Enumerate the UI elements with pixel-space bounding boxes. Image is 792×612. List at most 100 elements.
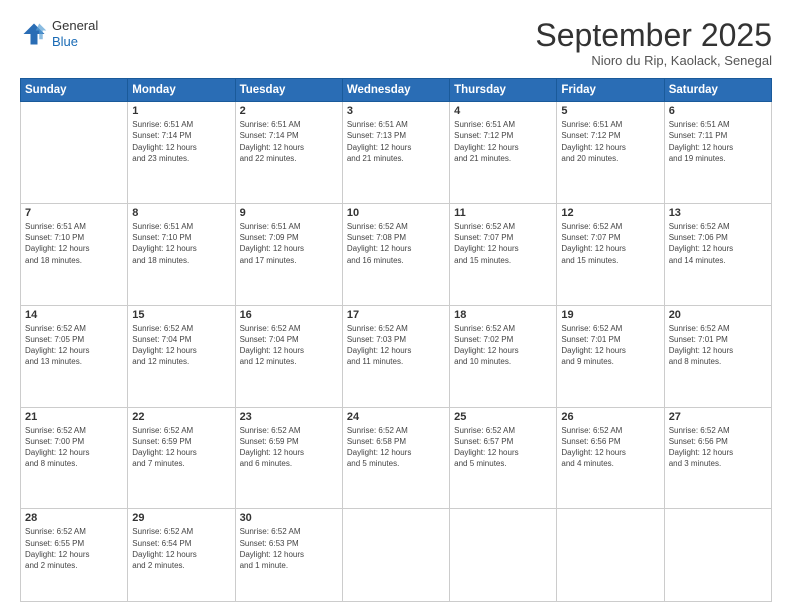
day-number: 7 [25,207,123,219]
table-row [450,509,557,602]
calendar-header-row: Sunday Monday Tuesday Wednesday Thursday… [21,79,772,102]
day-number: 20 [669,309,767,321]
day-number: 13 [669,207,767,219]
day-info: Sunrise: 6:52 AM Sunset: 6:55 PM Dayligh… [25,526,123,571]
header: General Blue September 2025 Nioro du Rip… [20,18,772,68]
table-row: 18 Sunrise: 6:52 AM Sunset: 7:02 PM Dayli… [450,305,557,407]
day-number: 26 [561,411,659,423]
header-thursday: Thursday [450,79,557,102]
calendar-table: Sunday Monday Tuesday Wednesday Thursday… [20,78,772,602]
table-row: 3Sunrise: 6:51 AM Sunset: 7:13 PM Daylig… [342,102,449,204]
day-info: Sunrise: 6:52 AM Sunset: 7:04 PM Dayligh… [132,323,230,368]
table-row: 17 Sunrise: 6:52 AM Sunset: 7:03 PM Dayli… [342,305,449,407]
table-row [557,509,664,602]
day-number: 4 [454,105,552,117]
table-row: 13 Sunrise: 6:52 AM Sunset: 7:06 PM Dayli… [664,204,771,306]
day-info: Sunrise: 6:51 AM Sunset: 7:11 PM Dayligh… [669,119,767,164]
day-info: Sunrise: 6:51 AM Sunset: 7:10 PM Dayligh… [25,221,123,266]
table-row: 27Sunrise: 6:52 AM Sunset: 6:56 PM Dayli… [664,407,771,509]
day-info: Sunrise: 6:51 AM Sunset: 7:10 PM Dayligh… [132,221,230,266]
table-row [21,102,128,204]
table-row: 15 Sunrise: 6:52 AM Sunset: 7:04 PM Dayli… [128,305,235,407]
day-number: 3 [347,105,445,117]
day-number: 25 [454,411,552,423]
table-row: 28 Sunrise: 6:52 AM Sunset: 6:55 PM Dayli… [21,509,128,602]
day-info: Sunrise: 6:52 AM Sunset: 6:59 PM Dayligh… [240,425,338,470]
day-info: Sunrise: 6:51 AM Sunset: 7:14 PM Dayligh… [240,119,338,164]
table-row [664,509,771,602]
day-number: 6 [669,105,767,117]
table-row: 19Sunrise: 6:52 AM Sunset: 7:01 PM Dayli… [557,305,664,407]
day-info: Sunrise: 6:52 AM Sunset: 7:05 PM Dayligh… [25,323,123,368]
day-number: 15 [132,309,230,321]
header-wednesday: Wednesday [342,79,449,102]
day-info: Sunrise: 6:51 AM Sunset: 7:12 PM Dayligh… [454,119,552,164]
day-number: 9 [240,207,338,219]
calendar-week-row: 1 Sunrise: 6:51 AM Sunset: 7:14 PM Daylig… [21,102,772,204]
day-info: Sunrise: 6:51 AM Sunset: 7:14 PM Dayligh… [132,119,230,164]
day-number: 17 [347,309,445,321]
calendar-week-row: 28 Sunrise: 6:52 AM Sunset: 6:55 PM Dayli… [21,509,772,602]
day-info: Sunrise: 6:52 AM Sunset: 7:00 PM Dayligh… [25,425,123,470]
header-monday: Monday [128,79,235,102]
day-info: Sunrise: 6:52 AM Sunset: 7:01 PM Dayligh… [669,323,767,368]
day-number: 22 [132,411,230,423]
day-number: 12 [561,207,659,219]
day-info: Sunrise: 6:52 AM Sunset: 6:57 PM Dayligh… [454,425,552,470]
location-subtitle: Nioro du Rip, Kaolack, Senegal [535,53,772,68]
day-number: 5 [561,105,659,117]
day-number: 11 [454,207,552,219]
day-number: 24 [347,411,445,423]
table-row: 24Sunrise: 6:52 AM Sunset: 6:58 PM Dayli… [342,407,449,509]
page: General Blue September 2025 Nioro du Rip… [0,0,792,612]
table-row: 16Sunrise: 6:52 AM Sunset: 7:04 PM Dayli… [235,305,342,407]
table-row: 26Sunrise: 6:52 AM Sunset: 6:56 PM Dayli… [557,407,664,509]
day-number: 19 [561,309,659,321]
table-row: 4 Sunrise: 6:51 AM Sunset: 7:12 PM Daylig… [450,102,557,204]
table-row: 9Sunrise: 6:51 AM Sunset: 7:09 PM Daylig… [235,204,342,306]
table-row: 22 Sunrise: 6:52 AM Sunset: 6:59 PM Dayli… [128,407,235,509]
logo-icon [20,20,48,48]
day-info: Sunrise: 6:52 AM Sunset: 7:06 PM Dayligh… [669,221,767,266]
day-info: Sunrise: 6:52 AM Sunset: 7:02 PM Dayligh… [454,323,552,368]
day-number: 28 [25,512,123,524]
day-number: 1 [132,105,230,117]
table-row: 5 Sunrise: 6:51 AM Sunset: 7:12 PM Daylig… [557,102,664,204]
table-row: 11 Sunrise: 6:52 AM Sunset: 7:07 PM Dayli… [450,204,557,306]
table-row: 1 Sunrise: 6:51 AM Sunset: 7:14 PM Daylig… [128,102,235,204]
calendar-week-row: 21Sunrise: 6:52 AM Sunset: 7:00 PM Dayli… [21,407,772,509]
day-info: Sunrise: 6:51 AM Sunset: 7:12 PM Dayligh… [561,119,659,164]
table-row: 10 Sunrise: 6:52 AM Sunset: 7:08 PM Dayli… [342,204,449,306]
day-info: Sunrise: 6:52 AM Sunset: 7:08 PM Dayligh… [347,221,445,266]
table-row: 14 Sunrise: 6:52 AM Sunset: 7:05 PM Dayli… [21,305,128,407]
table-row: 8 Sunrise: 6:51 AM Sunset: 7:10 PM Daylig… [128,204,235,306]
calendar-week-row: 7 Sunrise: 6:51 AM Sunset: 7:10 PM Daylig… [21,204,772,306]
day-info: Sunrise: 6:52 AM Sunset: 7:07 PM Dayligh… [561,221,659,266]
header-friday: Friday [557,79,664,102]
day-info: Sunrise: 6:52 AM Sunset: 6:56 PM Dayligh… [669,425,767,470]
day-info: Sunrise: 6:52 AM Sunset: 6:54 PM Dayligh… [132,526,230,571]
table-row: 25 Sunrise: 6:52 AM Sunset: 6:57 PM Dayli… [450,407,557,509]
day-number: 14 [25,309,123,321]
logo-text: General Blue [52,18,98,49]
day-info: Sunrise: 6:52 AM Sunset: 7:04 PM Dayligh… [240,323,338,368]
table-row: 12 Sunrise: 6:52 AM Sunset: 7:07 PM Dayli… [557,204,664,306]
logo-general: General [52,18,98,34]
table-row: 6 Sunrise: 6:51 AM Sunset: 7:11 PM Daylig… [664,102,771,204]
table-row [342,509,449,602]
day-info: Sunrise: 6:52 AM Sunset: 7:07 PM Dayligh… [454,221,552,266]
header-sunday: Sunday [21,79,128,102]
table-row: 23Sunrise: 6:52 AM Sunset: 6:59 PM Dayli… [235,407,342,509]
day-number: 18 [454,309,552,321]
day-number: 10 [347,207,445,219]
logo: General Blue [20,18,98,49]
day-info: Sunrise: 6:52 AM Sunset: 6:59 PM Dayligh… [132,425,230,470]
title-block: September 2025 Nioro du Rip, Kaolack, Se… [535,18,772,68]
day-number: 8 [132,207,230,219]
table-row: 21Sunrise: 6:52 AM Sunset: 7:00 PM Dayli… [21,407,128,509]
header-tuesday: Tuesday [235,79,342,102]
day-number: 30 [240,512,338,524]
table-row: 2Sunrise: 6:51 AM Sunset: 7:14 PM Daylig… [235,102,342,204]
month-title: September 2025 [535,18,772,53]
day-info: Sunrise: 6:52 AM Sunset: 7:03 PM Dayligh… [347,323,445,368]
